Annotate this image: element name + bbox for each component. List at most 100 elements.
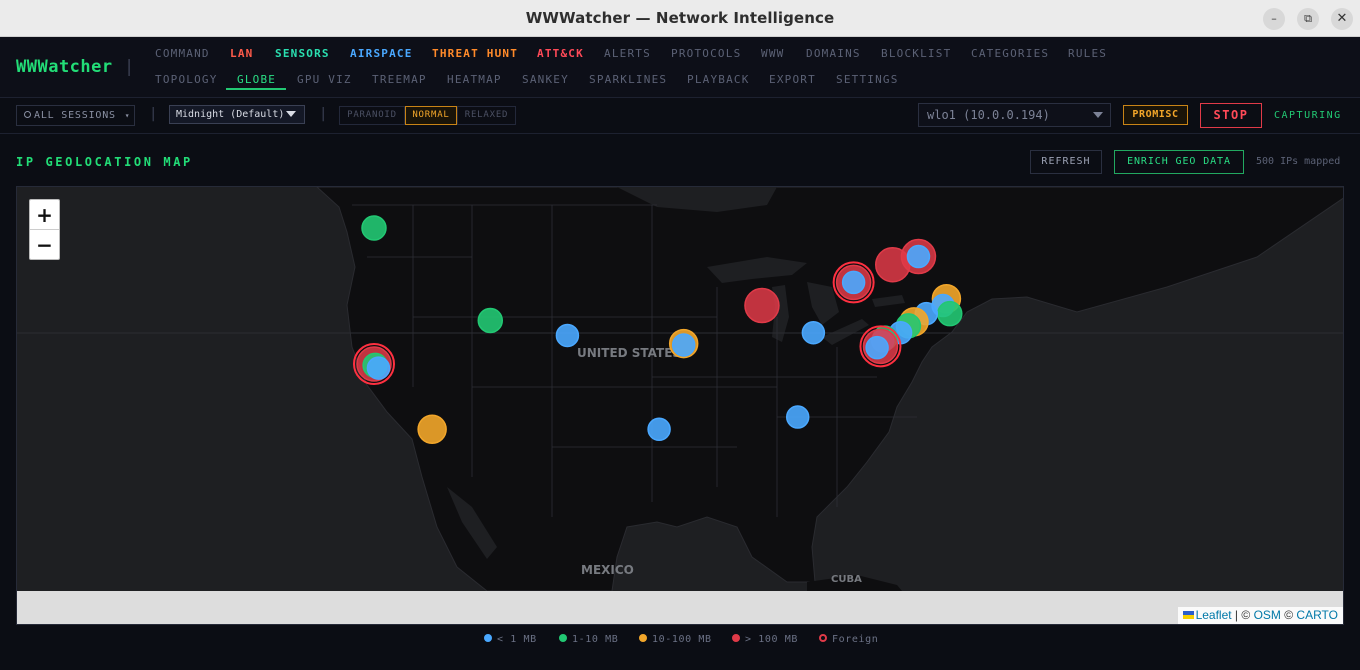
all-sessions-button[interactable]: ALL SESSIONS ▾ — [16, 105, 135, 126]
legend-item-small: < 1 MB — [484, 634, 537, 648]
legend-label: Foreign — [832, 634, 879, 645]
ip-marker[interactable] — [785, 405, 810, 429]
ukraine-flag-icon — [1182, 611, 1194, 619]
zoom-control: + − — [29, 199, 60, 260]
tab-playback[interactable]: PLAYBACK — [687, 73, 750, 86]
refresh-button[interactable]: REFRESH — [1030, 150, 1102, 174]
carto-link[interactable]: CARTO — [1296, 608, 1338, 622]
map-canvas[interactable]: UNITED STATES MEXICO CUBA — [17, 187, 1344, 591]
minimize-icon[interactable]: – — [1263, 8, 1285, 30]
ip-marker[interactable] — [366, 356, 391, 380]
nav-lan[interactable]: LAN — [230, 47, 253, 60]
legend-label: 1-10 MB — [572, 634, 619, 645]
nav-command[interactable]: COMMAND — [155, 47, 210, 60]
legend-ring-icon — [819, 634, 827, 642]
nav-threat-hunt[interactable]: THREAT HUNT — [432, 47, 518, 60]
map-label-mexico: MEXICO — [581, 563, 634, 577]
nav-rules[interactable]: RULES — [1068, 47, 1107, 60]
legend-dot-icon — [639, 634, 647, 642]
sensitivity-relaxed[interactable]: RELAXED — [457, 106, 516, 125]
ip-marker[interactable] — [417, 414, 447, 445]
session-circle-icon — [24, 111, 31, 118]
active-tab-indicator — [226, 88, 286, 90]
legend-item-huge: > 100 MB — [732, 634, 798, 648]
osm-link[interactable]: OSM — [1254, 608, 1281, 622]
ip-marker[interactable] — [647, 417, 671, 442]
window-title: WWWatcher — Network Intelligence — [525, 9, 835, 27]
tab-export[interactable]: EXPORT — [769, 73, 816, 86]
app-logo[interactable]: WWWatcher — [16, 57, 113, 77]
ip-marker[interactable] — [671, 333, 696, 357]
tab-sparklines[interactable]: SPARKLINES — [589, 73, 667, 86]
map-label-united-states: UNITED STATES — [577, 346, 681, 360]
stop-capture-button[interactable]: STOP — [1200, 103, 1262, 128]
legend-dot-icon — [732, 634, 740, 642]
map-empty-tiles — [17, 591, 1343, 624]
close-icon[interactable]: ✕ — [1331, 8, 1353, 30]
nav-alerts[interactable]: ALERTS — [604, 47, 651, 60]
tab-heatmap[interactable]: HEATMAP — [447, 73, 502, 86]
chevron-down-icon — [286, 111, 296, 117]
ip-marker[interactable] — [361, 215, 387, 241]
theme-select-value: Midnight (Default) — [176, 109, 285, 120]
maximize-icon[interactable]: ⧉ — [1297, 8, 1319, 30]
legend-dot-icon — [484, 634, 492, 642]
mapped-count: 500 IPs mapped — [1256, 156, 1341, 167]
theme-select[interactable]: Midnight (Default) — [169, 105, 305, 124]
promisc-toggle[interactable]: PROMISC — [1123, 105, 1188, 125]
zoom-in-button[interactable]: + — [30, 200, 59, 230]
chevron-down-icon: ▾ — [124, 111, 131, 120]
control-toolbar: ALL SESSIONS ▾ | Midnight (Default) | PA… — [0, 98, 1360, 134]
nav-categories[interactable]: CATEGORIES — [971, 47, 1049, 60]
legend-item-medium: 1-10 MB — [559, 634, 618, 648]
window-titlebar: WWWatcher — Network Intelligence – ⧉ ✕ — [0, 0, 1360, 37]
nav-airspace[interactable]: AIRSPACE — [350, 47, 413, 60]
legend-label: 10-100 MB — [652, 634, 712, 645]
sensitivity-normal[interactable]: NORMAL — [405, 106, 457, 125]
zoom-out-button[interactable]: − — [30, 230, 59, 260]
capture-status: CAPTURING — [1274, 110, 1342, 121]
nav-attack[interactable]: ATT&CK — [537, 47, 584, 60]
attribution-sep: © — [1280, 608, 1297, 622]
tab-gpu-viz[interactable]: GPU VIZ — [297, 73, 352, 86]
nav-domains[interactable]: DOMAINS — [806, 47, 861, 60]
ip-marker[interactable] — [865, 335, 889, 360]
ip-marker[interactable] — [801, 320, 826, 345]
interface-select[interactable]: wlo1 (10.0.0.194) — [918, 103, 1111, 127]
ip-marker[interactable] — [744, 287, 780, 324]
logo-separator: | — [124, 57, 135, 77]
toolbar-separator: | — [319, 106, 328, 122]
interface-select-value: wlo1 (10.0.0.194) — [927, 108, 1050, 122]
all-sessions-label: ALL SESSIONS — [34, 110, 116, 121]
tab-settings[interactable]: SETTINGS — [836, 73, 899, 86]
legend-dot-icon — [559, 634, 567, 642]
app-header: WWWatcher | COMMAND LAN SENSORS AIRSPACE… — [0, 37, 1360, 98]
tab-topology[interactable]: TOPOLOGY — [155, 73, 218, 86]
nav-protocols[interactable]: PROTOCOLS — [671, 47, 741, 60]
attribution-sep: | © — [1231, 608, 1254, 622]
leaflet-link[interactable]: Leaflet — [1196, 608, 1232, 622]
map-label-cuba: CUBA — [831, 574, 862, 585]
ip-marker[interactable] — [555, 323, 580, 348]
nav-sensors[interactable]: SENSORS — [275, 47, 330, 60]
ip-marker[interactable] — [937, 300, 963, 327]
tab-treemap[interactable]: TREEMAP — [372, 73, 427, 86]
enrich-geo-button[interactable]: ENRICH GEO DATA — [1114, 150, 1244, 174]
geo-map[interactable]: UNITED STATES MEXICO CUBA + − Leaflet | … — [16, 186, 1344, 625]
ip-marker[interactable] — [841, 270, 866, 295]
nav-blocklist[interactable]: BLOCKLIST — [881, 47, 951, 60]
ip-marker[interactable] — [477, 307, 504, 334]
ip-marker[interactable] — [906, 244, 931, 269]
tab-sankey[interactable]: SANKEY — [522, 73, 569, 86]
map-attribution: Leaflet | © OSM © CARTO — [1177, 607, 1343, 624]
toolbar-separator: | — [149, 106, 158, 122]
chevron-down-icon — [1093, 112, 1103, 118]
legend-label: < 1 MB — [497, 634, 537, 645]
sensitivity-paranoid[interactable]: PARANOID — [339, 106, 405, 125]
legend-item-large: 10-100 MB — [639, 634, 712, 648]
page-title: IP GEOLOCATION MAP — [16, 155, 193, 169]
nav-www[interactable]: WWW — [761, 47, 784, 60]
tab-globe[interactable]: GLOBE — [237, 73, 276, 86]
legend-item-foreign: Foreign — [819, 634, 878, 648]
legend-label: > 100 MB — [745, 634, 798, 645]
